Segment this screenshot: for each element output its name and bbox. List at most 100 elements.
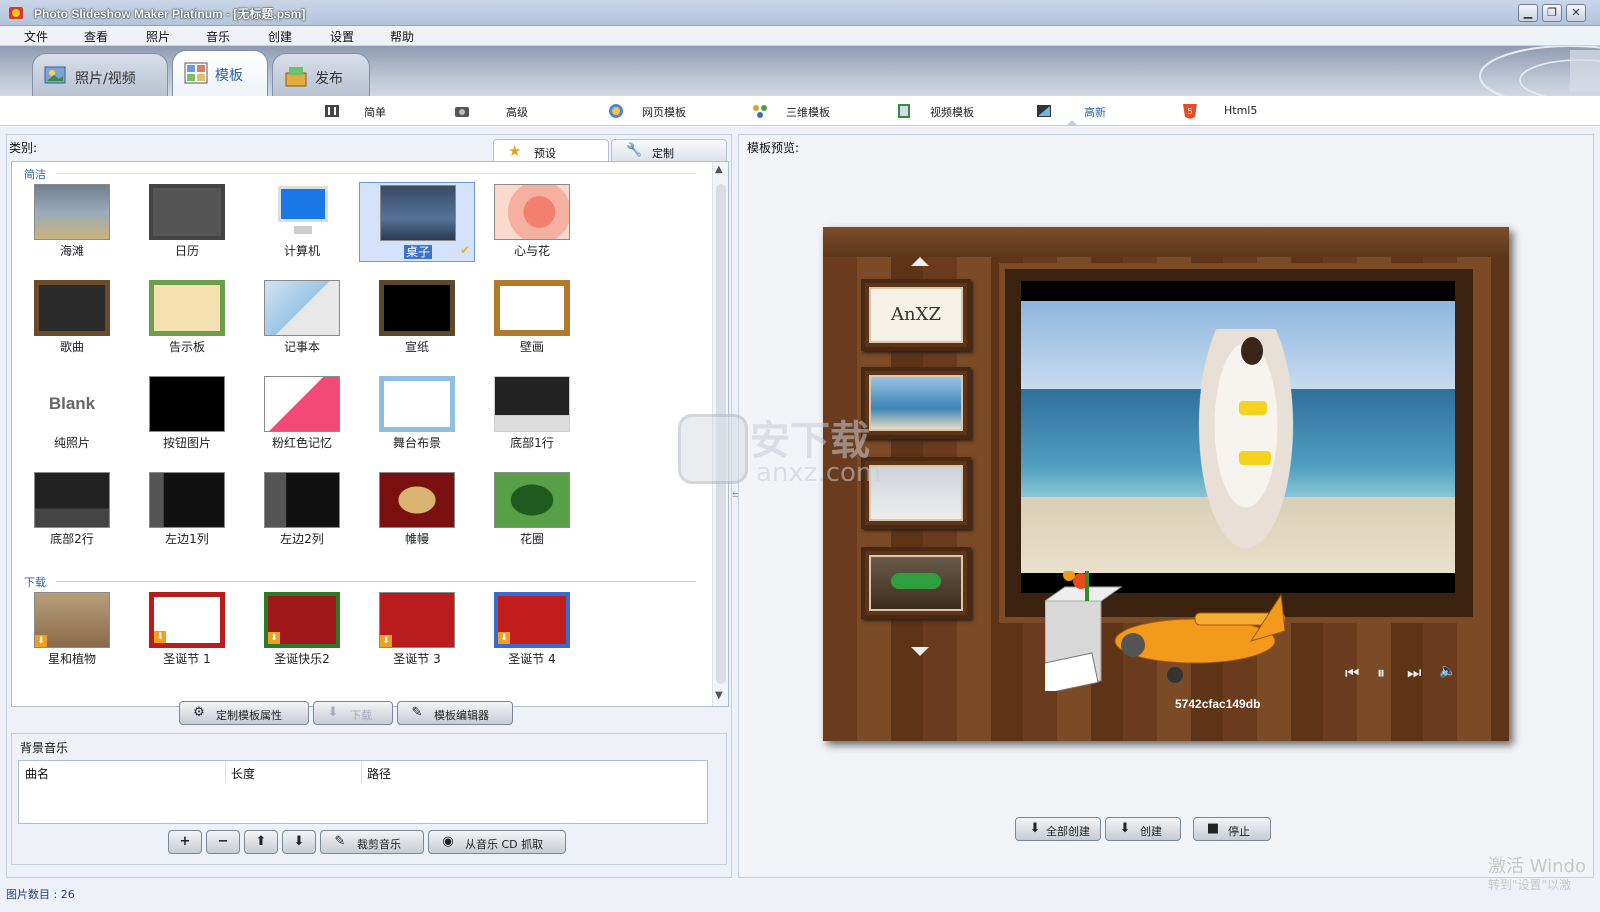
menu-help[interactable]: 帮助 [390,28,414,45]
main-photo [1021,301,1455,573]
stop-button[interactable]: ■ 停止 [1193,817,1271,841]
template-item[interactable]: 花圈 [474,470,590,550]
template-item[interactable]: 歌曲 [14,278,130,358]
stop-icon: ■ [1206,821,1220,836]
scroll-up-icon[interactable]: ▲ [715,164,723,175]
tab-preset[interactable]: ★ 预设 [493,139,609,161]
cd-icon: ◉ [442,834,454,849]
tab-template[interactable]: 模板 [172,50,268,96]
music-list[interactable]: 曲名 长度 路径 [18,760,708,824]
column-header-name[interactable]: 曲名 [25,765,49,782]
previous-icon[interactable]: ⏮ [1345,663,1359,683]
menu-create[interactable]: 创建 [268,28,292,45]
template-item[interactable]: 日历 [129,182,245,262]
tab-publish[interactable]: 发布 [272,53,370,96]
template-item[interactable]: 帷幔 [359,470,475,550]
subtab-web-template[interactable]: 网页模板 [608,96,728,126]
trim-music-button[interactable]: ✎ 裁剪音乐 [320,830,424,854]
column-header-path[interactable]: 路径 [367,765,391,782]
tab-custom[interactable]: 🔧 定制 [611,139,727,161]
subtab-advanced[interactable]: 高级 [454,96,574,126]
column-separator[interactable] [225,761,226,783]
pause-icon[interactable]: ⏸ [1377,663,1385,683]
button-label: 模板编辑器 [434,709,489,722]
template-item[interactable]: ⬇ 圣诞快乐2 [244,590,360,670]
download-icon: ⬇ [327,705,339,720]
template-item[interactable]: 舞台布景 [359,374,475,454]
title-bar: Photo Slideshow Maker Platinum - [无标题.ps… [0,0,1600,26]
thumb-image [869,555,963,611]
photo-figure-bottom [1239,451,1271,465]
template-caption: 圣诞快乐2 [274,652,330,666]
template-item[interactable]: 壁画 [474,278,590,358]
template-item[interactable]: 海滩 [14,182,130,262]
next-icon[interactable]: ⏭ [1407,663,1421,683]
download-button[interactable]: ⬇ 下载 [313,701,393,725]
simple-icon [325,105,339,117]
template-caption: 纯照片 [53,436,90,450]
tab-label: 照片/视频 [75,71,136,87]
star-icon: ★ [508,142,522,160]
download-badge-icon: ⬇ [154,631,166,643]
template-item-selected[interactable]: 桌子 ✔ [359,182,475,262]
template-item[interactable]: 粉红色记忆 [244,374,360,454]
template-item[interactable]: 底部2行 [14,470,130,550]
subtab-label: 视频模板 [930,106,974,119]
rip-cd-button[interactable]: ◉ 从音乐 CD 抓取 [428,830,566,854]
template-item[interactable]: 记事本 [244,278,360,358]
template-caption: 圣诞节 4 [508,652,556,666]
template-item[interactable]: 底部1行 [474,374,590,454]
subtab-3d-template[interactable]: 三维模板 [752,96,872,126]
subtab-label: 高新 [1084,106,1106,119]
column-separator[interactable] [361,761,362,783]
template-item[interactable]: 宣纸 [359,278,475,358]
subtab-html5[interactable]: 5 Html5 [1182,96,1302,126]
template-thumbnail: ⬇ [264,592,340,648]
svg-text:5: 5 [1187,107,1192,116]
subtab-label: 三维模板 [786,106,830,119]
template-item[interactable]: 告示板 [129,278,245,358]
menu-settings[interactable]: 设置 [330,28,354,45]
scroll-down-icon[interactable]: ▼ [715,690,723,701]
move-up-button[interactable]: ⬆ [244,830,278,854]
menu-file[interactable]: 文件 [24,28,48,45]
template-item[interactable]: 按钮图片 [129,374,245,454]
template-item[interactable]: 心与花 [474,182,590,262]
template-item[interactable]: Blank 纯照片 [14,374,130,454]
video-template-icon [898,104,910,118]
create-all-button[interactable]: ⬇ 全部创建 [1015,817,1101,841]
volume-icon[interactable]: 🔈 [1439,663,1456,679]
wood-top-border [823,227,1509,257]
move-down-button[interactable]: ⬇ [282,830,316,854]
template-item[interactable]: ⬇ 圣诞节 4 [474,590,590,670]
template-item[interactable]: 左边2列 [244,470,360,550]
template-thumbnail [380,185,456,241]
template-item[interactable]: 左边1列 [129,470,245,550]
close-button[interactable]: ✕ [1566,4,1586,22]
subtab-hd[interactable]: 高新 [1036,96,1156,126]
column-header-length[interactable]: 长度 [231,765,255,782]
maximize-button[interactable]: ❐ [1542,4,1562,22]
template-thumbnail [34,280,110,336]
template-item[interactable]: ⬇ 圣诞节 3 [359,590,475,670]
subtab-simple[interactable]: 简单 [324,96,444,126]
web-template-icon [609,104,623,118]
template-item[interactable]: ⬇ 星和植物 [14,590,130,670]
menu-photo[interactable]: 照片 [146,28,170,45]
customize-template-button[interactable]: ⚙ 定制模板属性 [179,701,309,725]
tab-photo-video[interactable]: 照片/视频 [32,53,168,96]
menu-view[interactable]: 查看 [84,28,108,45]
download-badge-icon: ⬇ [35,635,47,647]
template-caption: 心与花 [513,244,550,258]
menu-music[interactable]: 音乐 [206,28,230,45]
template-item[interactable]: 计算机 [244,182,360,262]
remove-music-button[interactable]: − [206,830,240,854]
template-thumbnail [264,376,340,432]
template-item[interactable]: ⬇ 圣诞节 1 [129,590,245,670]
add-music-button[interactable]: + [168,830,202,854]
create-button[interactable]: ⬇ 创建 [1105,817,1181,841]
subtab-video-template[interactable]: 视频模板 [896,96,1016,126]
template-editor-button[interactable]: ✎ 模板编辑器 [397,701,513,725]
template-thumbnail [379,472,455,528]
minimize-button[interactable]: ▁ [1518,4,1538,22]
